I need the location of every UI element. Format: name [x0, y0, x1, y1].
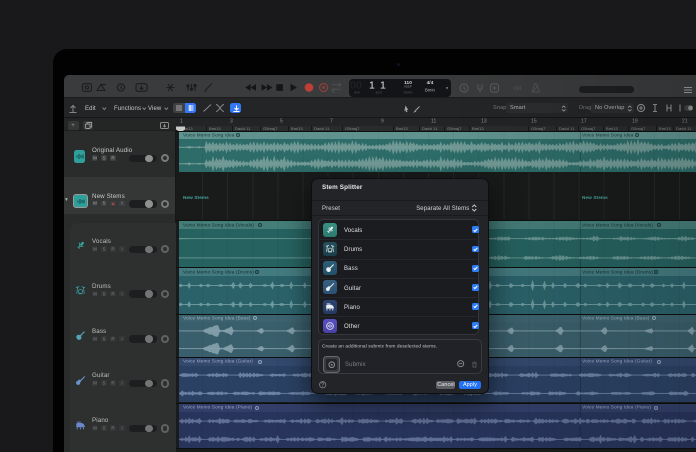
svg-text:x34: x34: [513, 86, 522, 92]
